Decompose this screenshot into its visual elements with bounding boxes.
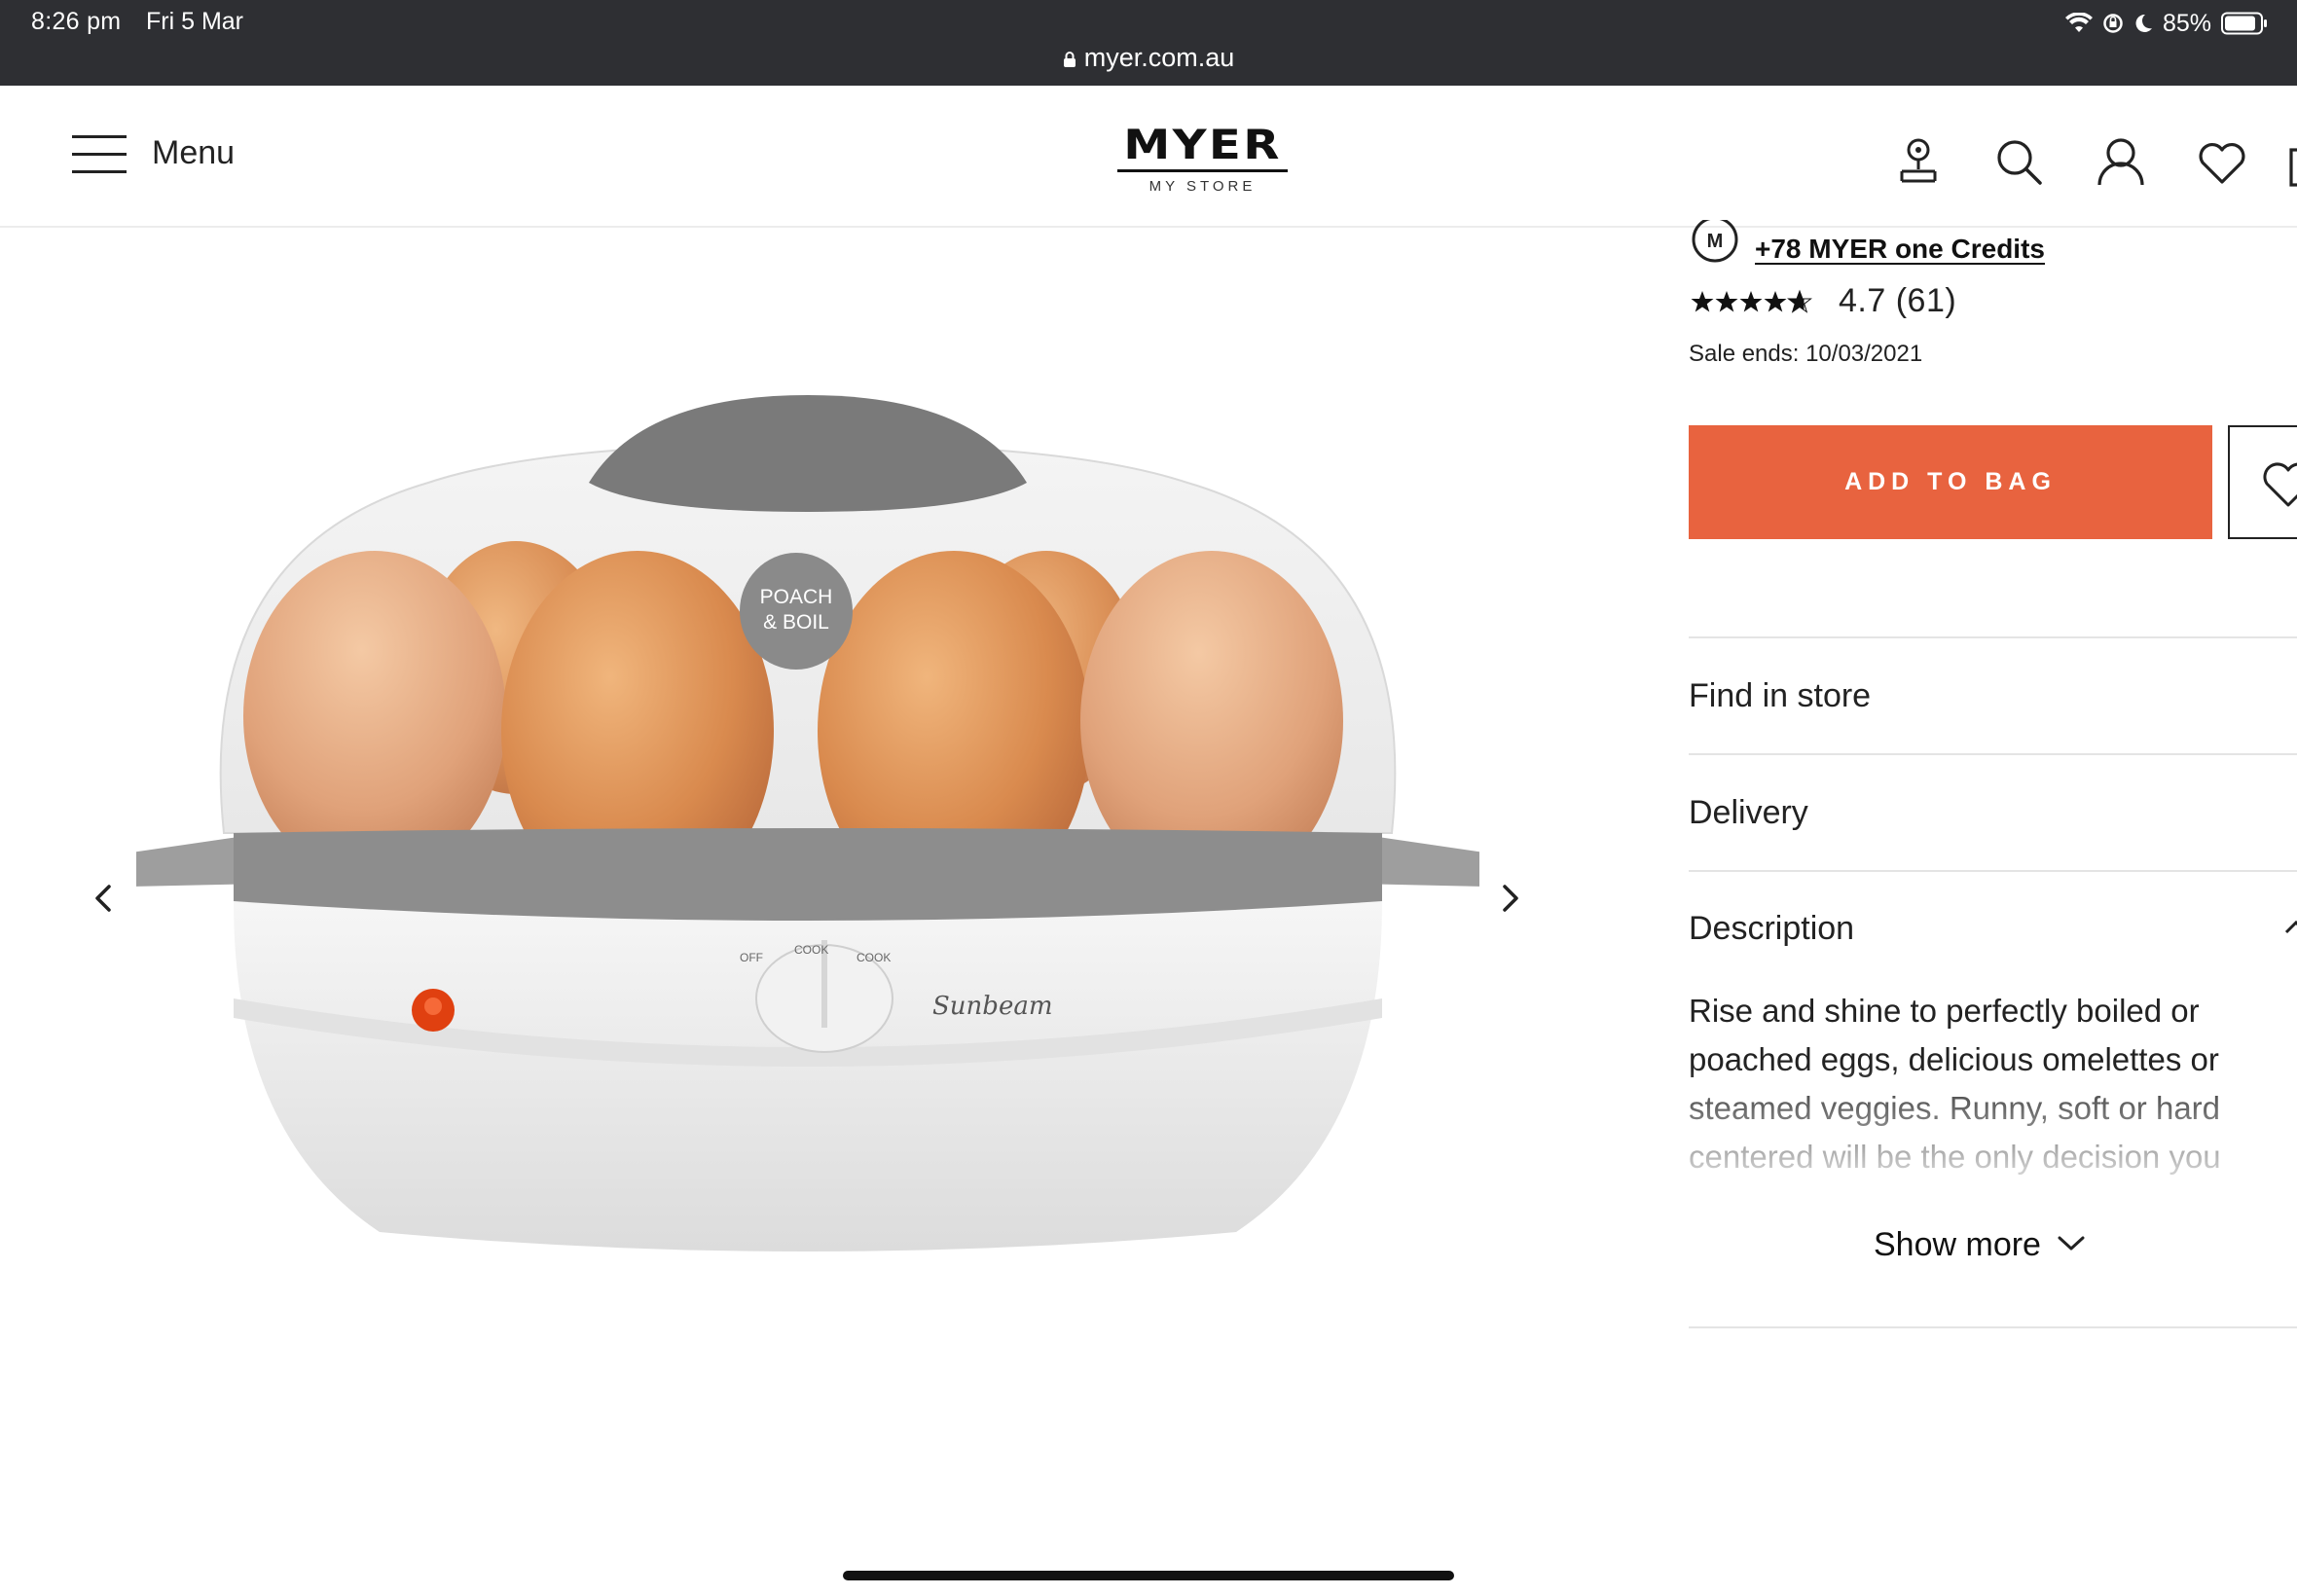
badge-line-2: & BOIL	[763, 611, 829, 634]
add-to-bag-button[interactable]: ADD TO BAG	[1689, 425, 2212, 539]
wifi-icon	[2064, 13, 2093, 34]
accordion-find-in-store[interactable]: Find in store	[1689, 657, 2297, 735]
site-header: Menu MYER MY STORE	[0, 86, 2297, 228]
show-more-button[interactable]: Show more	[1874, 1226, 2086, 1264]
svg-text:COOK: COOK	[794, 943, 828, 957]
status-time: 8:26 pm	[31, 8, 122, 35]
menu-button[interactable]: Menu	[72, 134, 236, 173]
store-locator-icon[interactable]	[1892, 136, 1945, 189]
accordion-delivery[interactable]: Delivery	[1689, 774, 2297, 852]
divider	[1689, 636, 2297, 638]
badge-line-1: POACH	[760, 586, 833, 608]
logo-rule	[1117, 169, 1288, 172]
status-date: Fri 5 Mar	[146, 8, 243, 35]
battery-percent: 85%	[2162, 9, 2211, 37]
gallery-prev-button[interactable]	[86, 874, 125, 923]
divider	[1689, 1326, 2297, 1328]
product-rating[interactable]: 4.7 (61)	[1689, 282, 1956, 320]
status-bar: 8:26 pm Fri 5 Mar 85% myer.com.au	[0, 0, 2297, 86]
chevron-up-icon	[2284, 913, 2297, 947]
accordion-label: Delivery	[1689, 793, 1808, 831]
battery-icon	[2221, 12, 2268, 35]
show-more-label: Show more	[1874, 1226, 2041, 1263]
hamburger-icon	[72, 134, 127, 173]
bag-icon[interactable]	[2289, 136, 2297, 189]
chevron-down-icon	[2057, 1233, 2086, 1257]
chevron-right-icon	[1503, 885, 1518, 912]
status-icons: 85%	[2064, 8, 2268, 39]
accordion-label: Find in store	[1689, 676, 1872, 714]
gallery-next-button[interactable]	[1489, 874, 1528, 923]
svg-text:OFF: OFF	[740, 951, 763, 964]
svg-text:M: M	[1707, 231, 1724, 252]
lock-icon	[1063, 45, 1076, 75]
myer-one-icon: M	[1689, 216, 1741, 277]
moon-icon	[2133, 13, 2153, 34]
search-icon[interactable]	[1993, 136, 2046, 189]
menu-label: Menu	[152, 134, 236, 171]
logo-wordmark: MYER	[1123, 121, 1282, 168]
url-bar[interactable]: myer.com.au	[0, 43, 2297, 75]
home-indicator[interactable]	[843, 1571, 1454, 1580]
chevron-left-icon	[95, 885, 111, 912]
accordion-label: Description	[1689, 909, 1855, 947]
logo-subtext: MY STORE	[1148, 178, 1257, 195]
description-text: Rise and shine to perfectly boiled or po…	[1689, 993, 2221, 1175]
url-text: myer.com.au	[1083, 43, 1235, 72]
rating-value: 4.7 (61)	[1839, 282, 1957, 319]
divider	[1689, 870, 2297, 872]
brand-mark: Sunbeam	[932, 992, 1053, 1021]
heart-icon	[2263, 462, 2297, 507]
rotation-lock-icon	[2102, 13, 2124, 34]
sale-ends: Sale ends: 10/03/2021	[1689, 341, 1923, 367]
product-gallery: POACH & BOIL OFF COOK COOK Sunbeam	[0, 230, 1674, 1495]
svg-text:COOK: COOK	[857, 951, 891, 964]
myer-logo[interactable]: MYER MY STORE	[1117, 125, 1288, 195]
account-icon[interactable]	[2095, 136, 2147, 189]
rating-stars	[1689, 288, 1815, 315]
wishlist-icon[interactable]	[2196, 136, 2248, 189]
divider	[1689, 753, 2297, 755]
add-to-wishlist-button[interactable]	[2228, 425, 2297, 539]
product-image[interactable]: POACH & BOIL OFF COOK COOK Sunbeam	[136, 395, 1479, 1368]
accordion-description[interactable]: Description	[1689, 889, 2297, 967]
credits-link[interactable]: +78 MYER one Credits	[1755, 234, 2045, 265]
myer-one-credits[interactable]: M +78 MYER one Credits	[1689, 216, 2045, 277]
